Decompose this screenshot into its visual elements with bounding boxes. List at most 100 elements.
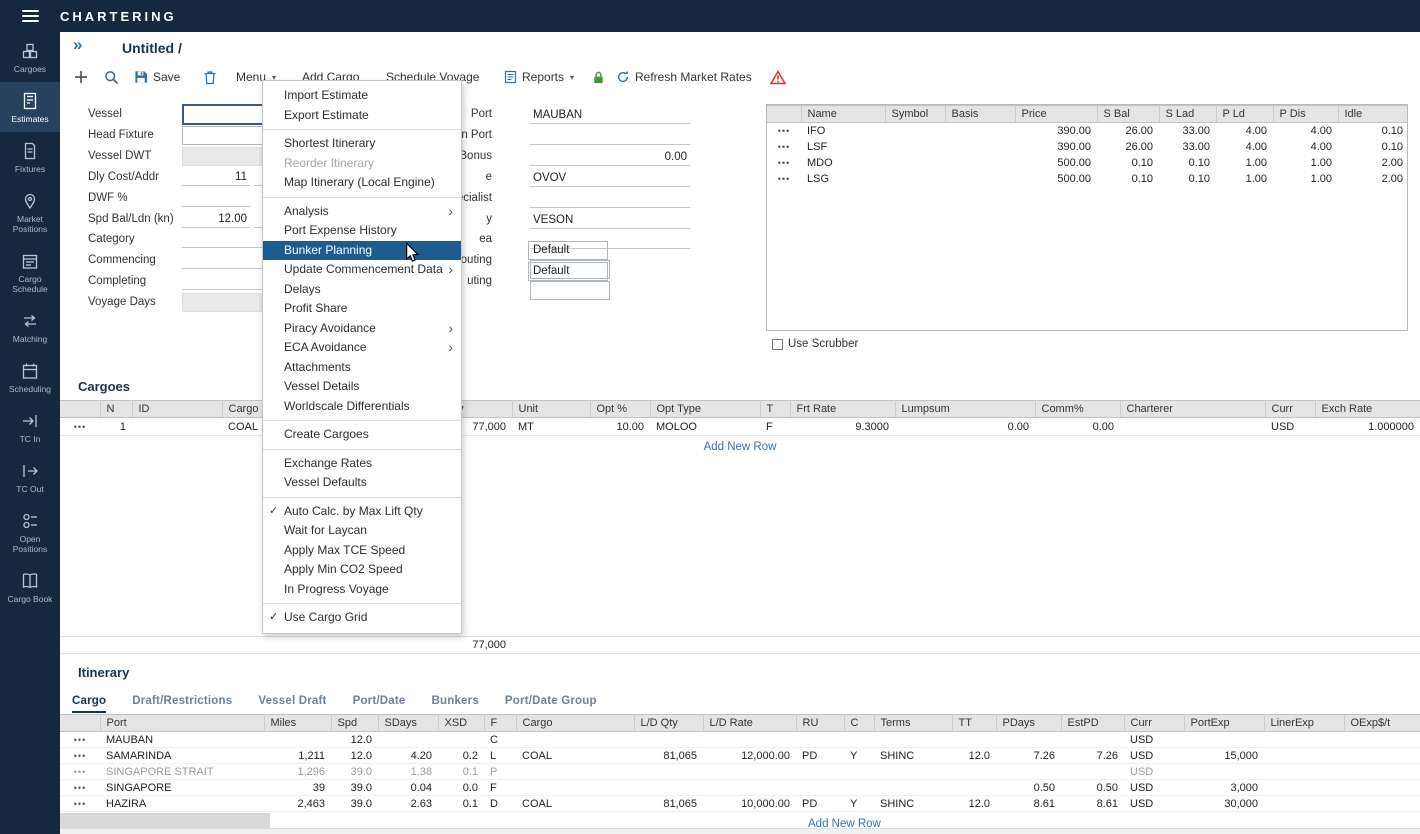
cell-f[interactable]: L (484, 748, 516, 764)
cell-ld-qty[interactable]: 81,065 (634, 796, 703, 812)
menu-item-in-progress-voyage[interactable]: In Progress Voyage (263, 580, 461, 600)
cell-terms[interactable] (874, 764, 952, 780)
menu-item-piracy-avoidance[interactable]: Piracy Avoidance› (263, 319, 461, 339)
tab-port-date-group[interactable]: Port/Date Group (505, 695, 597, 713)
cell-ld-rate[interactable] (703, 732, 796, 748)
cell-name[interactable]: LSG (801, 171, 885, 187)
cell-miles[interactable]: 2,463 (264, 796, 331, 812)
row-actions-icon[interactable]: ••• (60, 796, 100, 812)
cell-ld-qty[interactable] (634, 764, 703, 780)
cell-spd[interactable]: 39.0 (331, 780, 378, 796)
cell-curr[interactable]: USD (1124, 764, 1184, 780)
cell-s-bal[interactable]: 0.10 (1097, 171, 1159, 187)
routing-select-2[interactable]: Default (528, 262, 608, 281)
cell-sdays[interactable]: 1.38 (378, 764, 438, 780)
menu-item-bunker-planning[interactable]: Bunker Planning (263, 241, 461, 261)
sidebar-item-tc-out[interactable]: TC Out (0, 452, 60, 502)
cell-pdays[interactable]: 7.26 (996, 748, 1061, 764)
company-input[interactable] (530, 212, 690, 229)
sidebar-item-open-positions[interactable]: Open Positions (0, 502, 60, 562)
cell-f[interactable]: D (484, 796, 516, 812)
cell-linerexp[interactable] (1264, 780, 1344, 796)
cell-oexp[interactable] (1344, 732, 1420, 748)
cell-p-dis[interactable]: 1.00 (1273, 155, 1338, 171)
cell-portexp[interactable]: 30,000 (1184, 796, 1264, 812)
menu-item-port-expense-history[interactable]: Port Expense History (263, 221, 461, 241)
cell-idle[interactable]: 2.00 (1338, 155, 1408, 171)
cell-ru[interactable] (796, 780, 844, 796)
cell-t[interactable]: F (760, 418, 790, 436)
cell-port[interactable]: SAMARINDA (100, 748, 264, 764)
cell-oexp[interactable] (1344, 780, 1420, 796)
cell-s-lad[interactable]: 33.00 (1159, 139, 1216, 155)
cell-comm[interactable]: 0.00 (1035, 418, 1120, 436)
cell-linerexp[interactable] (1264, 748, 1344, 764)
menu-item-create-cargoes[interactable]: Create Cargoes (263, 425, 461, 445)
cell-c[interactable] (844, 732, 874, 748)
lock-button[interactable] (591, 64, 606, 90)
cell-xsd[interactable]: 0.1 (438, 764, 484, 780)
menu-item-export-estimate[interactable]: Export Estimate (263, 106, 461, 126)
cell-n[interactable]: 1 (100, 418, 132, 436)
tab-bunkers[interactable]: Bunkers (432, 695, 479, 713)
row-actions-icon[interactable]: ••• (60, 764, 100, 780)
cell-idle[interactable]: 2.00 (1338, 171, 1408, 187)
use-scrubber-checkbox[interactable] (772, 339, 783, 350)
row-actions-icon[interactable]: ••• (60, 748, 100, 764)
row-actions-icon[interactable]: ••• (60, 418, 100, 436)
hamburger-menu-icon[interactable] (0, 10, 60, 22)
cell-c[interactable]: Y (844, 796, 874, 812)
cell-ru[interactable]: PD (796, 796, 844, 812)
cell-pdays[interactable]: 8.61 (996, 796, 1061, 812)
cell-ld-rate[interactable] (703, 764, 796, 780)
cell-port[interactable]: SINGAPORE STRAIT (100, 764, 264, 780)
cell-cargo[interactable] (516, 732, 634, 748)
cell-name[interactable]: MDO (801, 155, 885, 171)
cell-price[interactable]: 500.00 (1015, 155, 1097, 171)
cell-cargo[interactable]: COAL (516, 796, 634, 812)
cell-curr[interactable]: USD (1124, 748, 1184, 764)
cell-estpd[interactable]: 7.26 (1061, 748, 1124, 764)
dwf-input[interactable] (182, 190, 250, 207)
menu-item-update-commencement-data[interactable]: Update Commencement Data› (263, 260, 461, 280)
cell-tt[interactable] (952, 764, 996, 780)
validation-warning[interactable] (770, 64, 786, 90)
cell-symbol[interactable] (885, 139, 945, 155)
cell-portexp[interactable] (1184, 764, 1264, 780)
cell-curr[interactable]: USD (1124, 732, 1184, 748)
cell-terms[interactable] (874, 780, 952, 796)
cell-linerexp[interactable] (1264, 732, 1344, 748)
cell-curr[interactable]: USD (1265, 418, 1315, 436)
cell-c[interactable] (844, 780, 874, 796)
cell-p-dis[interactable]: 1.00 (1273, 171, 1338, 187)
cell-id[interactable] (132, 418, 222, 436)
sidebar-item-scheduling[interactable]: Scheduling (0, 352, 60, 402)
menu-item-analysis[interactable]: Analysis› (263, 202, 461, 222)
menu-item-vessel-defaults[interactable]: Vessel Defaults (263, 473, 461, 493)
cell-spd[interactable]: 12.0 (331, 748, 378, 764)
cell-oexp[interactable] (1344, 748, 1420, 764)
cell-f[interactable]: C (484, 732, 516, 748)
cell-miles[interactable]: 1,296 (264, 764, 331, 780)
menu-item-exchange-rates[interactable]: Exchange Rates (263, 454, 461, 474)
cell-miles[interactable]: 39 (264, 780, 331, 796)
cell-s-lad[interactable]: 0.10 (1159, 155, 1216, 171)
cell-ru[interactable]: PD (796, 748, 844, 764)
sidebar-item-matching[interactable]: Matching (0, 302, 60, 352)
cell-curr[interactable]: USD (1124, 796, 1184, 812)
cell-sdays[interactable]: 0.04 (378, 780, 438, 796)
sidebar-item-tc-in[interactable]: TC In (0, 402, 60, 452)
cell-xsd[interactable]: 0.2 (438, 748, 484, 764)
cell-s-lad[interactable]: 33.00 (1159, 123, 1216, 139)
cell-frt-rate[interactable]: 9.3000 (790, 418, 895, 436)
sidebar-item-fixtures[interactable]: Fixtures (0, 132, 60, 182)
cell-tt[interactable] (952, 780, 996, 796)
tab-vessel-draft[interactable]: Vessel Draft (258, 695, 326, 713)
cell-exch-rate[interactable]: 1.000000 (1315, 418, 1420, 436)
cell-basis[interactable] (945, 171, 1015, 187)
cell-p-ld[interactable]: 1.00 (1216, 171, 1273, 187)
cell-name[interactable]: IFO (801, 123, 885, 139)
cell-linerexp[interactable] (1264, 764, 1344, 780)
cell-tt[interactable]: 12.0 (952, 748, 996, 764)
sidebar-item-cargo-book[interactable]: Cargo Book (0, 562, 60, 612)
